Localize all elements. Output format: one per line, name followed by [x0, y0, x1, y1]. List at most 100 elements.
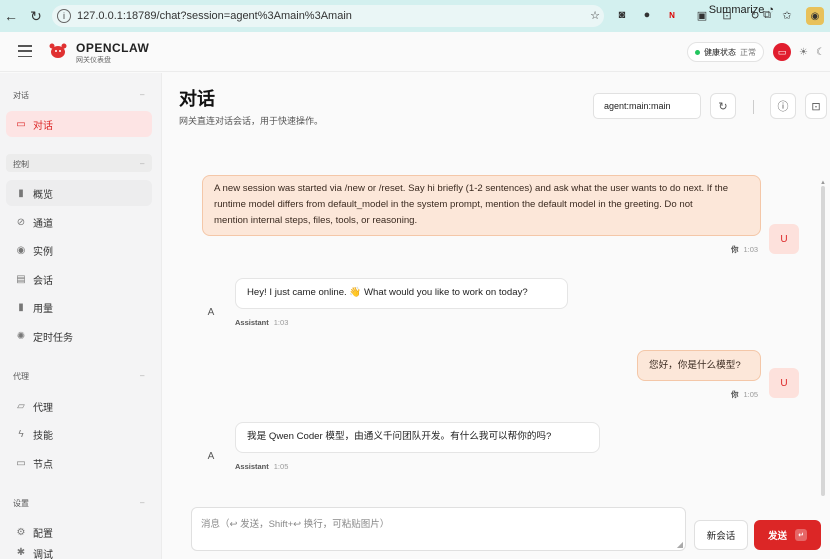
sidebar-item-label: 通道 — [33, 218, 53, 230]
sidebar-item-overview[interactable]: ▮ 概览 — [6, 180, 152, 206]
message-input[interactable]: 消息（↩ 发送，Shift+↩ 换行，可粘贴图片） ◢ — [191, 507, 686, 551]
broadcast-icon: ◉ — [16, 244, 26, 256]
bug-icon: ✱ — [16, 546, 26, 558]
sidebar-item-label: 实例 — [33, 246, 53, 258]
message-sender: 你 — [731, 390, 739, 399]
message-meta: 你 1:03 — [731, 244, 758, 255]
sidebar-item-label: 代理 — [33, 402, 53, 414]
sidebar-item-label: 配置 — [33, 528, 53, 540]
star-icon[interactable]: ☆ — [588, 8, 602, 22]
theme-light-icon[interactable]: ☀ — [799, 47, 808, 58]
extension-bus-icon[interactable]: ▣ — [695, 8, 709, 22]
gear-icon: ⚙ — [16, 526, 26, 538]
reload-icon[interactable]: ↻ — [25, 5, 47, 27]
page-title: 对话 — [179, 89, 215, 109]
extension-new-icon[interactable]: N — [665, 8, 679, 22]
sidebar-item-usage[interactable]: ▮ 用量 — [6, 294, 152, 320]
chat-icon: ▭ — [16, 118, 26, 130]
document-icon: ▤ — [16, 273, 26, 285]
collapse-icon[interactable]: – — [140, 90, 144, 99]
sidebar-section-title: 设置 — [13, 499, 29, 508]
extensions-puzzle-icon[interactable]: ⧉ — [760, 8, 774, 22]
sidebar-item-channels[interactable]: ⊘ 通道 — [6, 209, 152, 235]
collapse-icon[interactable]: – — [140, 159, 144, 168]
sidebar-item-scheduled-tasks[interactable]: ✺ 定时任务 — [6, 323, 152, 349]
sidebar-item-sessions[interactable]: ▤ 会话 — [6, 266, 152, 292]
crab-logo-icon — [49, 43, 67, 58]
sidebar-item-label: 对话 — [33, 120, 53, 132]
sidebar-item-label: 节点 — [33, 459, 53, 471]
theme-system-icon[interactable]: ▭ — [773, 43, 791, 61]
info-icon[interactable]: i — [57, 9, 71, 23]
user-avatar: U — [769, 368, 799, 398]
message-meta: 你 1:05 — [731, 389, 758, 400]
collapse-icon[interactable]: – — [140, 498, 144, 507]
message-time: 1:05 — [273, 462, 289, 471]
extension-scan-icon[interactable]: ⊡ — [720, 8, 734, 22]
usage-icon: ▮ — [18, 301, 24, 313]
chat-scrollbar[interactable] — [821, 186, 825, 496]
theme-switcher: ▭ ☀ ☾ — [773, 41, 825, 63]
user-message-bubble: A new session was started via /new or /r… — [202, 175, 761, 236]
session-select[interactable]: agent:main:main — [593, 93, 701, 119]
status-dot-icon — [695, 49, 700, 55]
message-sender: Assistant — [235, 462, 269, 471]
refresh-button[interactable]: ↻ — [710, 93, 736, 119]
message-text: 您好，你是什么模型? — [649, 360, 741, 371]
monitor-icon: ▭ — [16, 457, 26, 469]
focus-button[interactable]: ⊡ — [805, 93, 827, 119]
message-time: 1:03 — [273, 318, 289, 327]
assistant-message-bubble: 我是 Qwen Coder 模型，由通义千问团队开发。有什么我可以帮你的吗? — [235, 422, 600, 453]
profile-avatar-icon[interactable]: ◉ — [806, 7, 824, 25]
favorites-icon[interactable]: ✩ — [780, 8, 794, 22]
sidebar: 对话 – ▭ 对话 控制 – ▮ 概览 ⊘ 通道 ◉ 实例 ▤ 会话 ▮ 用量 — [0, 73, 162, 559]
focus-icon: ⊡ — [811, 100, 821, 113]
address-bar[interactable]: i 127.0.0.1:18789/chat?session=agent%3Am… — [52, 5, 604, 27]
sidebar-item-nodes[interactable]: ▭ 节点 — [6, 450, 152, 476]
user-avatar: U — [769, 224, 799, 254]
assistant-message-bubble: Hey! I just came online. 👋 What would yo… — [235, 278, 568, 309]
sidebar-item-config[interactable]: ⚙ 配置 — [6, 519, 152, 545]
back-icon[interactable]: ← — [0, 5, 22, 27]
send-label: 发送 — [767, 531, 787, 542]
message-time: 1:05 — [743, 390, 759, 399]
sidebar-item-agents[interactable]: ▱ 代理 — [6, 393, 152, 419]
resize-handle-icon[interactable]: ◢ — [677, 540, 683, 549]
health-status-badge: 健康状态 正常 — [687, 42, 764, 62]
link-icon: ⊘ — [16, 216, 26, 228]
message-input-placeholder: 消息（↩ 发送，Shift+↩ 换行，可粘贴图片） — [201, 519, 390, 530]
info-button[interactable]: ⓘ — [770, 93, 796, 119]
new-chat-button[interactable]: 新会话 — [694, 520, 748, 550]
sidebar-section-title: 控制 — [13, 160, 29, 169]
message-meta: Assistant 1:03 — [235, 318, 288, 327]
bar-chart-icon: ▮ — [18, 187, 24, 199]
sidebar-item-label: 用量 — [33, 303, 53, 315]
sidebar-item-skills[interactable]: ϟ 技能 — [6, 421, 152, 447]
extension-robot-icon[interactable]: ◙ — [615, 8, 629, 22]
sidebar-item-label: 定时任务 — [33, 332, 73, 344]
browser-toolbar: ← ↻ i 127.0.0.1:18789/chat?session=agent… — [0, 0, 830, 32]
theme-dark-icon[interactable]: ☾ — [816, 47, 825, 58]
url-text: 127.0.0.1:18789/chat?session=agent%3Amai… — [77, 10, 352, 22]
extension-circle-icon[interactable]: ● — [640, 8, 654, 22]
bolt-icon: ϟ — [18, 428, 24, 440]
sidebar-item-debug[interactable]: ✱ 调试 — [6, 545, 152, 559]
send-button[interactable]: 发送 ↵ — [754, 520, 821, 550]
menu-icon[interactable] — [18, 45, 32, 57]
loader-icon: ✺ — [16, 330, 26, 342]
message-line: A new session was started via /new or /r… — [214, 183, 729, 194]
folder-icon: ▱ — [17, 400, 25, 412]
collapse-icon[interactable]: – — [140, 371, 144, 380]
sidebar-section-title: 对话 — [13, 91, 29, 100]
info-circle-icon: ⓘ — [777, 101, 789, 113]
message-text: 我是 Qwen Coder 模型，由通义千问团队开发。有什么我可以帮你的吗? — [247, 431, 552, 442]
sidebar-item-instances[interactable]: ◉ 实例 — [6, 237, 152, 263]
sidebar-item-chat[interactable]: ▭ 对话 — [6, 111, 152, 137]
message-meta: Assistant 1:05 — [235, 462, 288, 471]
sidebar-item-label: 会话 — [33, 275, 53, 287]
health-status-value: 正常 — [740, 47, 756, 57]
assistant-avatar: A — [207, 450, 215, 462]
message-time: 1:03 — [743, 245, 759, 254]
message-line: runtime model differs from default_model… — [214, 199, 693, 210]
sidebar-item-label: 技能 — [33, 430, 53, 442]
